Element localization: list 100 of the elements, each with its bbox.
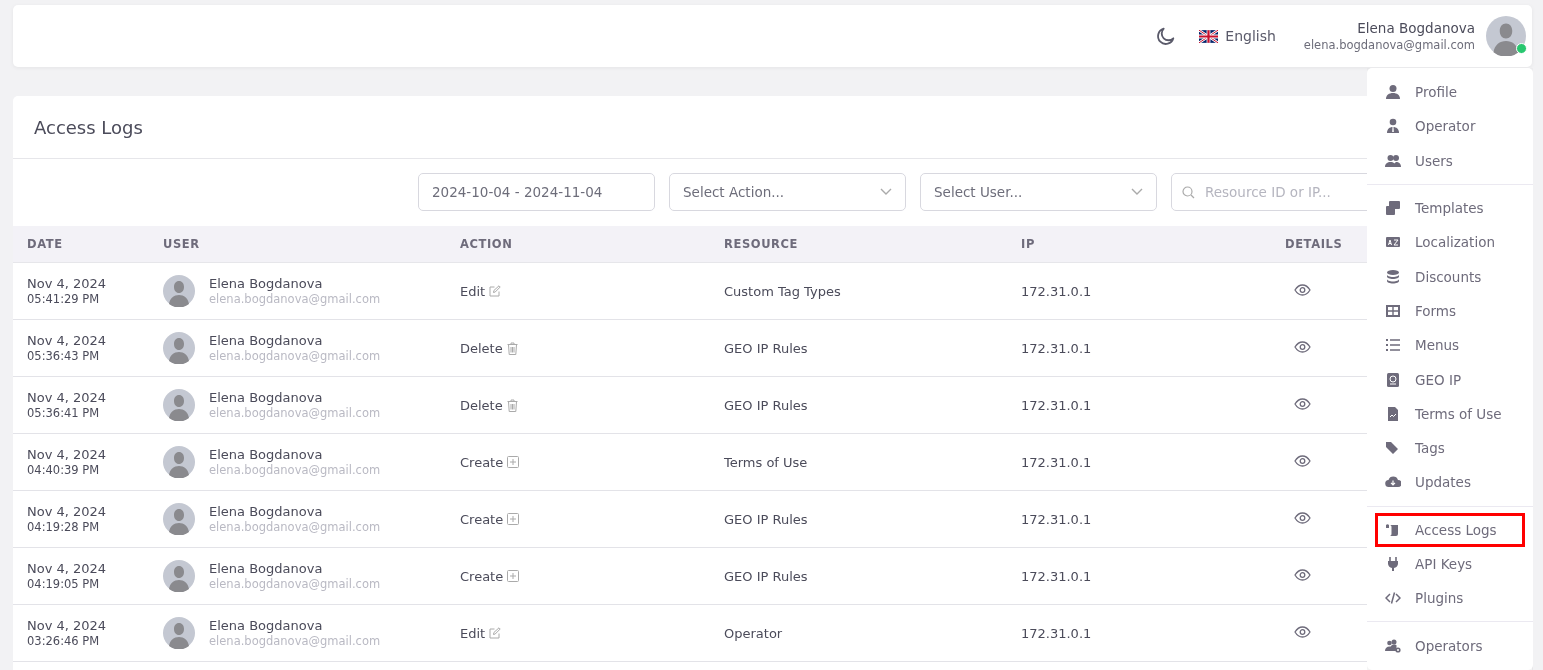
action-select[interactable]: Select Action... — [669, 173, 906, 211]
resource-name: GEO IP Rules — [724, 397, 809, 413]
ip-address: 172.31.0.1 — [1021, 340, 1093, 356]
action-label: Delete — [460, 397, 503, 413]
eye-icon[interactable] — [1294, 340, 1311, 353]
column-header: DETAILS — [1285, 237, 1343, 251]
ip-address: 172.31.0.1 — [1021, 283, 1093, 299]
user-avatar — [163, 332, 195, 364]
user-name: Elena Bogdanova — [209, 390, 324, 405]
eye-icon[interactable] — [1294, 511, 1311, 524]
user-email: elena.bogdanova@gmail.com — [209, 463, 381, 477]
user-name: Elena Bogdanova — [209, 276, 324, 291]
user-select[interactable]: Select User... — [920, 173, 1157, 211]
tags-icon — [1385, 440, 1401, 457]
log-date: Nov 4, 2024 — [27, 561, 108, 576]
log-date: Nov 4, 2024 — [27, 618, 108, 633]
date-range-field[interactable]: 2024-10-04 - 2024-11-04 — [418, 173, 655, 211]
resource-name: GEO IP Rules — [724, 568, 809, 584]
eye-icon[interactable] — [1294, 283, 1311, 296]
users-gear-icon — [1385, 637, 1401, 654]
action-label: Create — [460, 511, 504, 527]
trash-icon — [506, 398, 518, 412]
log-date: Nov 4, 2024 — [27, 333, 108, 348]
log-date: Nov 4, 2024 — [27, 390, 108, 405]
edit-icon — [489, 285, 502, 297]
user-email: elena.bogdanova@gmail.com — [209, 520, 381, 534]
plus-square-icon — [507, 456, 520, 468]
resource-name: GEO IP Rules — [724, 511, 809, 527]
menu-item[interactable]: Forms — [1367, 293, 1525, 329]
resource-name: GEO IP Rules — [724, 340, 809, 356]
resource-name: Custom Tag Types — [724, 283, 842, 299]
user-name: Elena Bogdanova — [209, 333, 324, 348]
column-header: RESOURCE — [724, 237, 799, 251]
user-email: elena.bogdanova@gmail.com — [209, 292, 381, 306]
templates-icon — [1385, 200, 1401, 217]
menu-item[interactable]: Terms of Use — [1367, 396, 1525, 431]
user-avatar — [163, 275, 195, 307]
action-label: Create — [460, 568, 504, 584]
menu-item[interactable]: Access Logs — [1375, 512, 1525, 547]
log-date: Nov 4, 2024 — [27, 504, 108, 519]
menu-item[interactable]: Plugins — [1367, 581, 1525, 616]
log-date: Nov 4, 2024 — [27, 447, 108, 462]
log-time: 05:36:43 PM — [27, 349, 101, 363]
coins-icon — [1385, 268, 1401, 285]
user-email: elena.bogdanova@gmail.com — [209, 577, 381, 591]
chevron-down-icon — [1131, 188, 1143, 196]
action-label: Edit — [460, 625, 486, 641]
scroll-icon — [1385, 521, 1401, 538]
ip-address: 172.31.0.1 — [1021, 568, 1093, 584]
eye-icon[interactable] — [1294, 625, 1311, 638]
column-header: IP — [1021, 237, 1035, 251]
menu-item[interactable]: Operators — [1367, 628, 1525, 663]
column-header: DATE — [27, 237, 63, 251]
resource-name: Terms of Use — [724, 454, 809, 470]
document-icon — [1385, 405, 1401, 422]
column-header: USER — [163, 237, 200, 251]
user-name: Elena Bogdanova — [209, 618, 324, 633]
log-time: 04:19:05 PM — [27, 577, 101, 591]
ip-address: 172.31.0.1 — [1021, 397, 1093, 413]
action-label: Create — [460, 454, 504, 470]
language-selector[interactable]: English — [1199, 28, 1276, 44]
user-email: elena.bogdanova@gmail.com — [209, 406, 381, 420]
eye-icon[interactable] — [1294, 397, 1311, 410]
log-date: Nov 4, 2024 — [27, 276, 108, 291]
user-avatar — [1486, 16, 1526, 56]
ip-address: 172.31.0.1 — [1021, 454, 1093, 470]
menu-item[interactable]: Operator — [1367, 109, 1525, 144]
plus-square-icon — [507, 570, 520, 582]
person-icon — [1385, 84, 1401, 101]
user-email: elena.bogdanova@gmail.com — [1303, 38, 1475, 52]
user-avatar — [163, 503, 195, 535]
people-icon — [1385, 152, 1401, 169]
menu-item[interactable]: Localization — [1367, 225, 1525, 260]
action-label: Edit — [460, 283, 486, 299]
column-header: ACTION — [460, 237, 513, 251]
menu-item[interactable]: Tags — [1367, 430, 1525, 466]
trash-icon — [506, 341, 518, 355]
search-icon — [1182, 185, 1195, 199]
ip-address: 172.31.0.1 — [1021, 625, 1093, 641]
user-avatar — [163, 389, 195, 421]
action-label: Delete — [460, 340, 503, 356]
ip-address: 172.31.0.1 — [1021, 511, 1093, 527]
plus-square-icon — [507, 513, 520, 525]
edit-icon — [489, 627, 502, 639]
person-tie-icon — [1385, 118, 1401, 135]
menu-item[interactable]: Menus — [1367, 328, 1525, 363]
user-avatar — [163, 617, 195, 649]
user-name: Elena Bogdanova — [209, 447, 324, 462]
user-avatar — [163, 446, 195, 478]
menu-item[interactable]: API Keys — [1367, 546, 1525, 582]
menu-item[interactable]: Discounts — [1367, 259, 1525, 294]
menu-item[interactable]: Updates — [1367, 465, 1525, 500]
user-name: Elena Bogdanova — [209, 561, 324, 576]
list-icon — [1385, 337, 1401, 354]
eye-icon[interactable] — [1294, 454, 1311, 467]
menu-item[interactable]: GEO IP — [1367, 362, 1525, 397]
log-time: 05:36:41 PM — [27, 406, 101, 420]
eye-icon[interactable] — [1294, 568, 1311, 581]
menu-item[interactable]: Profile — [1367, 75, 1525, 110]
log-time: 04:19:28 PM — [27, 520, 101, 534]
